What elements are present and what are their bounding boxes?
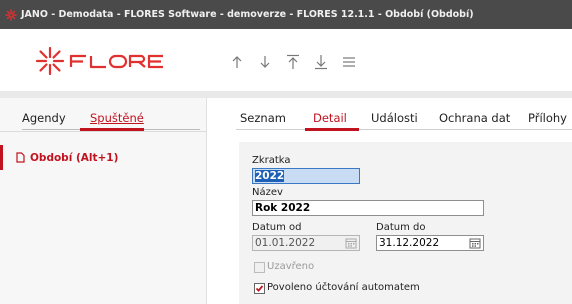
- arrow-up-icon: [232, 56, 242, 68]
- tab-agendy[interactable]: Agendy: [22, 111, 66, 125]
- flores-logo: [35, 46, 173, 76]
- move-to-top-button[interactable]: [282, 51, 304, 73]
- detail-tab-bar: Seznam Detail Události Ochrana dat Přílo…: [208, 98, 572, 132]
- tab-prilohy[interactable]: Přílohy: [528, 111, 567, 125]
- povoleno-label: Povoleno účtování automatem: [267, 282, 420, 293]
- detail-form: Zkratka 2022 Název Rok 2022 Datum od 01.…: [239, 142, 572, 304]
- flores-logo-text: [69, 54, 163, 69]
- flores-app-icon: [5, 8, 17, 21]
- move-to-top-icon: [287, 54, 299, 69]
- tab-detail[interactable]: Detail: [313, 111, 347, 125]
- uzavreno-checkbox[interactable]: [254, 262, 265, 273]
- calendar-icon: [345, 238, 357, 249]
- detail-panel: Seznam Detail Události Ochrana dat Přílo…: [208, 98, 572, 304]
- left-panel: Agendy Spuštěné Období (Alt+1): [0, 98, 207, 304]
- tab-ochrana-dat[interactable]: Ochrana dat: [439, 111, 510, 125]
- nazev-label: Název: [252, 187, 283, 198]
- running-item-label: Období (Alt+1): [30, 151, 119, 164]
- title-bar: JANO - Demodata - FLORES Software - demo…: [0, 0, 572, 29]
- povoleno-checkbox[interactable]: [254, 283, 265, 294]
- left-tab-bar: Agendy Spuštěné: [0, 98, 206, 132]
- datum-do-field[interactable]: 31.12.2022: [376, 235, 484, 251]
- active-tab-indicator: [305, 128, 359, 131]
- move-down-button[interactable]: [254, 51, 276, 73]
- tab-bar-line: [236, 129, 572, 130]
- menu-button[interactable]: [338, 51, 360, 73]
- record-toolbar: [226, 51, 366, 73]
- move-to-bottom-icon: [315, 55, 327, 70]
- zkratka-value: 2022: [255, 170, 285, 182]
- header-divider: [0, 91, 572, 98]
- datum-do-label: Datum do: [376, 222, 426, 233]
- tab-udalosti[interactable]: Události: [371, 111, 418, 125]
- menu-icon: [343, 57, 355, 67]
- running-item-obdobi[interactable]: Období (Alt+1): [0, 145, 206, 170]
- uzavreno-label: Uzavřeno: [267, 261, 315, 272]
- flores-logo-mark-icon: [35, 46, 65, 76]
- datum-do-value: 31.12.2022: [379, 237, 440, 249]
- app-header: [0, 29, 572, 91]
- move-to-bottom-button[interactable]: [310, 51, 332, 73]
- move-up-button[interactable]: [226, 51, 248, 73]
- document-icon: [16, 152, 25, 163]
- active-tab-indicator: [80, 128, 144, 131]
- nazev-field[interactable]: Rok 2022: [252, 200, 484, 216]
- datum-od-value: 01.01.2022: [255, 237, 316, 249]
- zkratka-field[interactable]: 2022: [252, 168, 360, 184]
- calendar-icon[interactable]: [469, 237, 481, 249]
- tab-spustene[interactable]: Spuštěné: [90, 111, 144, 125]
- datum-od-field[interactable]: 01.01.2022: [252, 235, 360, 251]
- window-title: JANO - Demodata - FLORES Software - demo…: [21, 9, 474, 20]
- datum-od-label: Datum od: [252, 222, 302, 233]
- check-icon: [255, 285, 264, 292]
- zkratka-label: Zkratka: [252, 155, 291, 166]
- tab-seznam[interactable]: Seznam: [240, 111, 286, 125]
- arrow-down-icon: [260, 56, 270, 68]
